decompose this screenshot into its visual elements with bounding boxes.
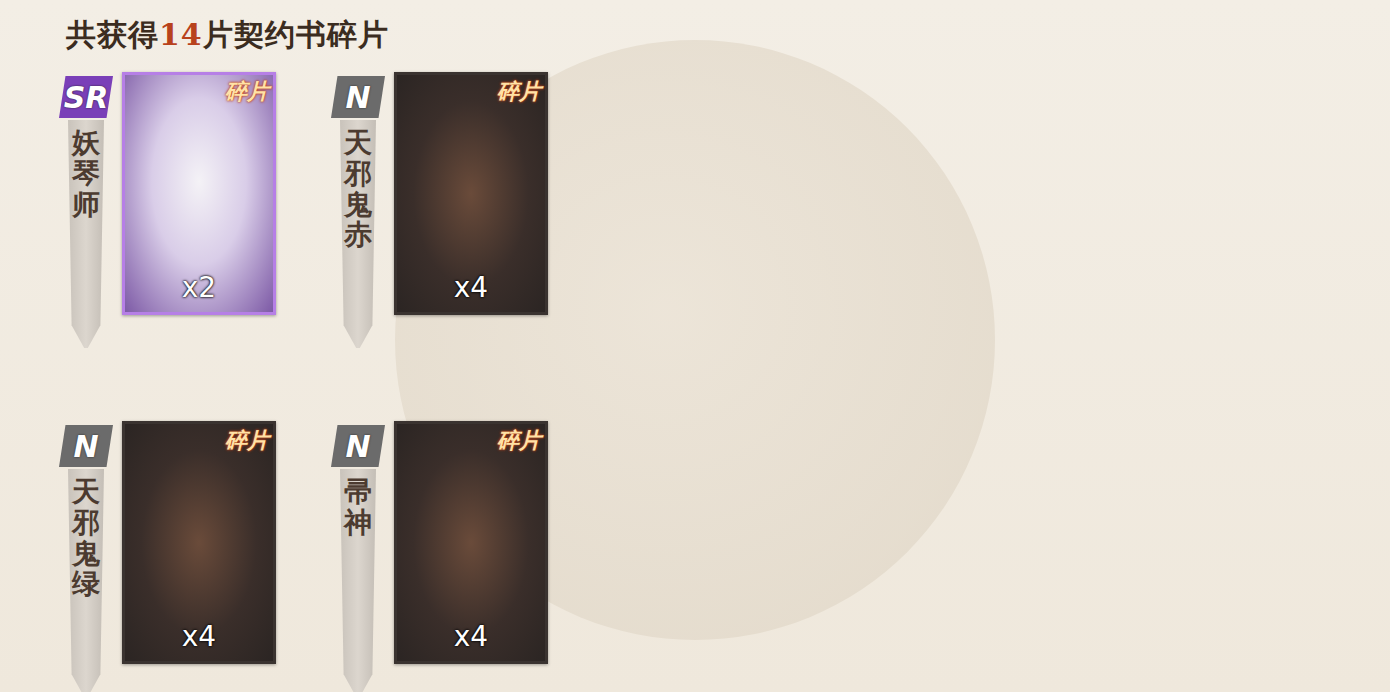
shard-tag: 碎片	[497, 77, 541, 107]
reward-count: 14	[159, 17, 203, 52]
shikigami-name: 天邪鬼赤	[344, 128, 372, 328]
name-scroll: 妖琴师	[68, 120, 104, 348]
shard-tag: 碎片	[225, 77, 269, 107]
shard-card[interactable]: 碎片 x4	[394, 72, 548, 315]
shard-count: x4	[125, 620, 273, 653]
reward-title: 共获得14片契约书碎片	[58, 12, 1390, 58]
name-scroll: 天邪鬼绿	[68, 469, 104, 692]
shard-count: x4	[397, 620, 545, 653]
shard-card[interactable]: 碎片 x4	[394, 421, 548, 664]
shard-card[interactable]: 碎片 x2	[122, 72, 276, 315]
shard-item[interactable]: SR 妖琴师 碎片 x2	[58, 72, 276, 348]
shard-card[interactable]: 碎片 x4	[122, 421, 276, 664]
content: 共获得14片契约书碎片SR妖琴师碎片x2N天邪鬼赤碎片x4N天邪鬼绿碎片x4N帚…	[0, 0, 1390, 692]
shard-side: SR 妖琴师	[58, 72, 114, 348]
name-scroll: 天邪鬼赤	[340, 120, 376, 348]
shikigami-name: 帚神	[344, 477, 372, 677]
name-scroll: 帚神	[340, 469, 376, 692]
shard-item[interactable]: N 天邪鬼赤 碎片 x4	[330, 72, 548, 348]
shard-tag: 碎片	[497, 426, 541, 456]
shikigami-name: 天邪鬼绿	[72, 477, 100, 677]
shard-item[interactable]: N 天邪鬼绿 碎片 x4	[58, 421, 276, 692]
shard-count: x4	[397, 271, 545, 304]
rarity-badge: SR	[59, 76, 113, 118]
shard-item[interactable]: N 帚神 碎片 x4	[330, 421, 548, 692]
shard-side: N 帚神	[330, 421, 386, 692]
shikigami-name: 妖琴师	[72, 128, 100, 328]
shard-grid: SR妖琴师碎片x2N天邪鬼赤碎片x4N天邪鬼绿碎片x4N帚神碎片x4	[58, 72, 1390, 692]
rarity-badge: N	[331, 76, 385, 118]
shard-side: N 天邪鬼赤	[330, 72, 386, 348]
shard-tag: 碎片	[225, 426, 269, 456]
reward-screen: 共获得14片契约书碎片SR妖琴师碎片x2N天邪鬼赤碎片x4N天邪鬼绿碎片x4N帚…	[0, 0, 1390, 692]
rarity-badge: N	[331, 425, 385, 467]
rarity-badge: N	[59, 425, 113, 467]
shard-side: N 天邪鬼绿	[58, 421, 114, 692]
shard-count: x2	[125, 271, 273, 304]
